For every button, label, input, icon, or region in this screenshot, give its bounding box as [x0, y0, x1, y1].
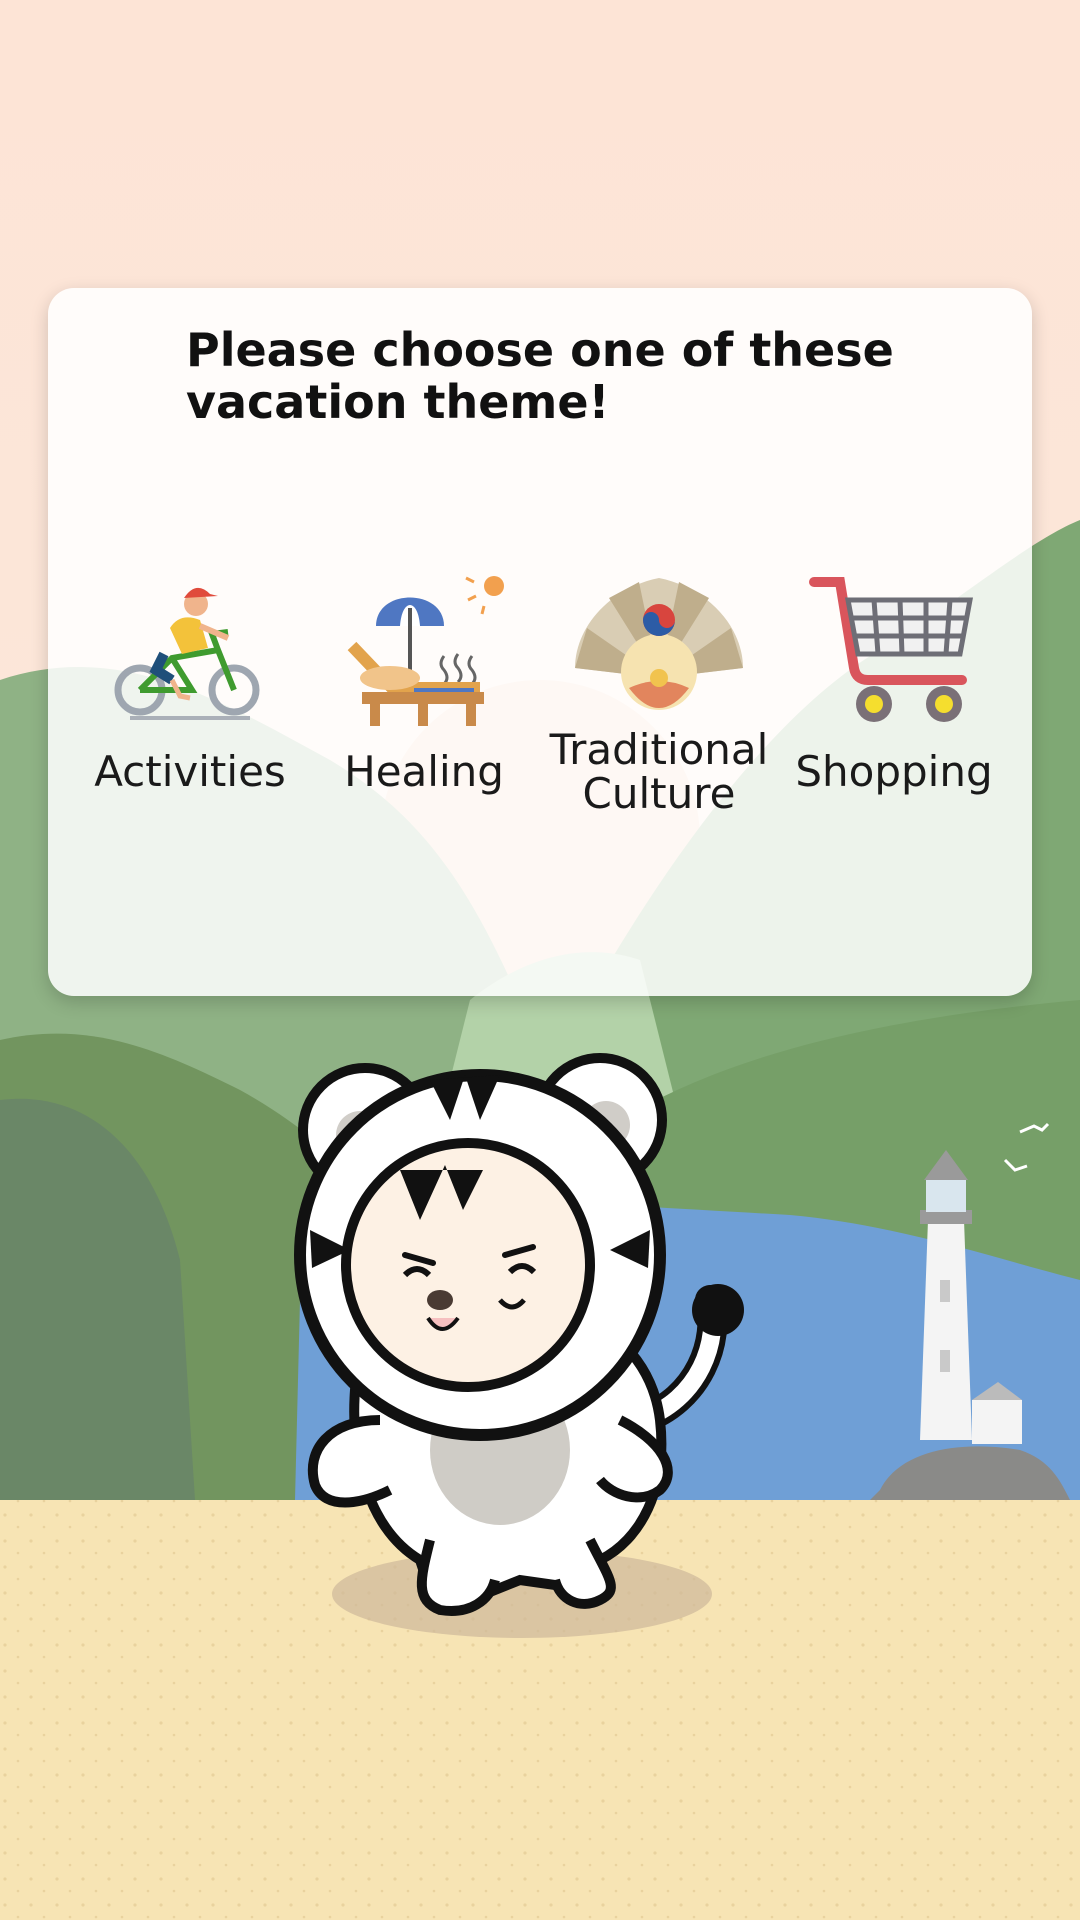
beach-lounger-icon	[347, 576, 504, 726]
theme-option-healing[interactable]: Healing	[314, 568, 534, 794]
theme-option-activities[interactable]: Activities	[80, 568, 300, 794]
theme-label-traditional-culture: Traditional Culture	[549, 725, 769, 818]
theme-label-shopping: Shopping	[795, 747, 993, 796]
theme-label-healing: Healing	[344, 747, 504, 796]
theme-option-shopping[interactable]: Shopping	[784, 568, 1004, 794]
theme-option-traditional-culture[interactable]: Traditional Culture	[549, 568, 769, 816]
theme-dialog: Please choose one of these vacation them…	[48, 288, 1032, 996]
dialog-title: Please choose one of these vacation them…	[186, 323, 894, 429]
cyclist-icon	[114, 587, 260, 720]
folding-fan-icon	[575, 578, 743, 710]
shopping-cart-icon	[809, 577, 974, 722]
theme-label-activities: Activities	[94, 747, 286, 796]
